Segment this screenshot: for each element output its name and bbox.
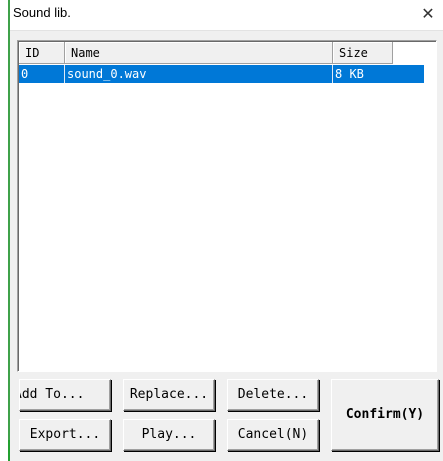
list-item-size: 8 KB bbox=[335, 67, 364, 81]
sound-list[interactable]: ID Name Size 0 sound_0.wav 8 KB bbox=[17, 40, 437, 372]
sound-lib-dialog: Sound lib. ✕ ID Name Size 0 sound_0.wav … bbox=[10, 0, 443, 461]
close-icon[interactable]: ✕ bbox=[417, 3, 439, 25]
title-bar: Sound lib. ✕ bbox=[10, 0, 443, 31]
window-title: Sound lib. bbox=[13, 5, 71, 20]
replace-button[interactable]: Replace... bbox=[123, 379, 215, 411]
list-header: ID Name Size bbox=[19, 42, 424, 65]
confirm-button[interactable]: Confirm(Y) bbox=[331, 379, 439, 451]
list-item[interactable]: 0 sound_0.wav 8 KB bbox=[19, 65, 424, 83]
list-item-id: 0 bbox=[19, 65, 65, 83]
cancel-button[interactable]: Cancel(N) bbox=[227, 419, 319, 451]
column-header-id[interactable]: ID bbox=[19, 42, 65, 64]
list-item-name: sound_0.wav bbox=[65, 65, 333, 83]
add-to-button[interactable]: Add To... bbox=[19, 379, 111, 411]
column-header-name[interactable]: Name bbox=[65, 42, 333, 64]
play-button[interactable]: Play... bbox=[123, 419, 215, 451]
column-header-size[interactable]: Size bbox=[333, 42, 393, 64]
export-button[interactable]: Export... bbox=[19, 419, 111, 451]
delete-button[interactable]: Delete... bbox=[227, 379, 319, 411]
